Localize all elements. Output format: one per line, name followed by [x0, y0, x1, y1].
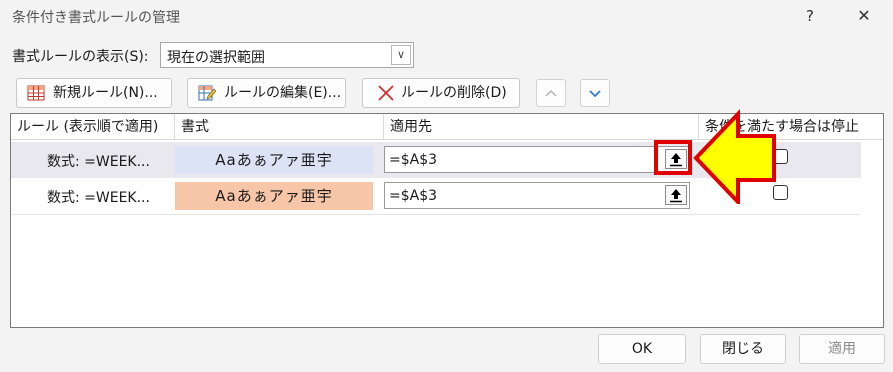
- ok-button[interactable]: OK: [598, 334, 686, 364]
- apply-button[interactable]: 適用: [799, 334, 885, 364]
- show-rules-value: 現在の選択範囲: [167, 50, 265, 66]
- title-bar: 条件付き書式ルールの管理 ? ✕: [0, 0, 893, 32]
- rule-description: 数式: =WEEK...: [47, 190, 150, 206]
- range-select-arrow-icon: [670, 189, 682, 203]
- callout-arrow-icon: [693, 109, 776, 204]
- applies-to-field[interactable]: =$A$3: [384, 182, 690, 209]
- move-down-button[interactable]: [580, 79, 610, 107]
- rule-description: 数式: =WEEK...: [47, 154, 150, 170]
- show-rules-dropdown[interactable]: 現在の選択範囲 ∨: [160, 42, 414, 68]
- edit-table-icon: [198, 85, 216, 101]
- help-button[interactable]: ?: [796, 3, 824, 29]
- table-grid-icon: [27, 85, 45, 101]
- new-rule-label: 新規ルール(N)...: [53, 85, 158, 101]
- move-up-button[interactable]: [536, 79, 566, 107]
- edit-rule-label: ルールの編集(E)...: [224, 85, 342, 101]
- column-header-format[interactable]: 書式: [175, 114, 384, 140]
- new-rule-button[interactable]: 新規ルール(N)...: [16, 78, 172, 108]
- delete-x-icon: [378, 85, 394, 101]
- format-preview: Aaあぁアァ亜宇: [175, 146, 373, 174]
- collapse-dialog-button[interactable]: [665, 185, 687, 205]
- column-header-applies-to[interactable]: 適用先: [384, 114, 699, 140]
- column-header-rule[interactable]: ルール (表示順で適用): [11, 114, 175, 140]
- applies-to-value: =$A$3: [389, 152, 438, 168]
- applies-to-value: =$A$3: [389, 188, 438, 204]
- chevron-up-icon: [545, 89, 557, 97]
- format-preview: Aaあぁアァ亜宇: [175, 182, 373, 210]
- applies-to-field[interactable]: =$A$3: [384, 146, 690, 173]
- delete-rule-label: ルールの削除(D): [401, 85, 507, 101]
- show-rules-label: 書式ルールの表示(S):: [12, 49, 149, 65]
- close-icon[interactable]: ✕: [850, 3, 878, 29]
- edit-rule-button[interactable]: ルールの編集(E)...: [187, 78, 346, 108]
- chevron-down-icon[interactable]: ∨: [391, 45, 411, 65]
- close-button[interactable]: 閉じる: [700, 334, 786, 364]
- highlight-box: [654, 140, 692, 175]
- delete-rule-button[interactable]: ルールの削除(D): [362, 78, 520, 108]
- chevron-down-icon: [589, 90, 601, 98]
- dialog-title: 条件付き書式ルールの管理: [12, 10, 180, 26]
